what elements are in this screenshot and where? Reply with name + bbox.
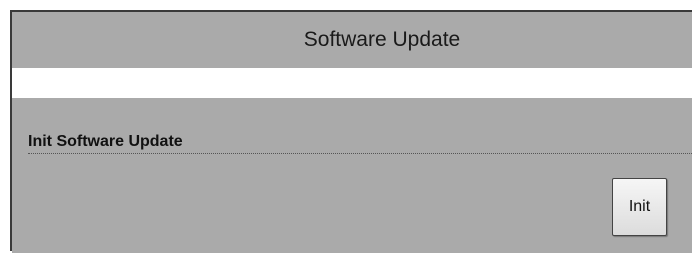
title-bar: Software Update — [12, 12, 692, 68]
section-label: Init Software Update — [28, 133, 183, 150]
section-header: Init Software Update — [28, 130, 692, 154]
software-update-panel: Software Update Init Software Update Ini… — [10, 10, 692, 253]
page-title: Software Update — [303, 28, 461, 51]
init-update-section: Init Software Update Init — [12, 98, 692, 253]
spacer — [12, 68, 692, 98]
init-button[interactable]: Init — [612, 178, 667, 236]
